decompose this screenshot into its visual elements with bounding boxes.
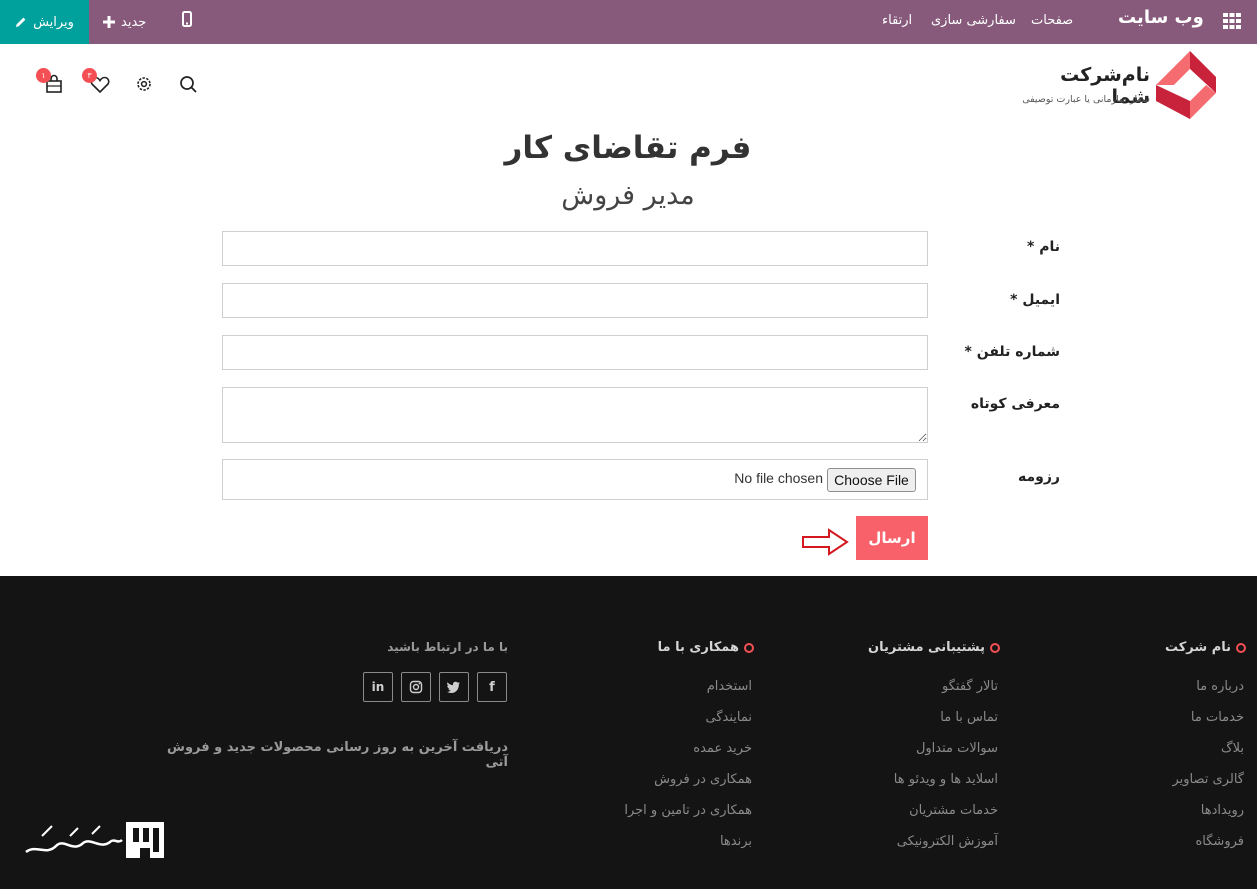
- facebook-icon[interactable]: f: [477, 672, 507, 702]
- company-slogan: شعار سازمانی یا عبارت توصیفی: [1022, 94, 1150, 105]
- footer-link[interactable]: خدمات مشتریان: [850, 803, 998, 818]
- edit-button-label: ویرایش: [33, 14, 74, 30]
- app-title: وب سایت: [1118, 7, 1204, 28]
- contact-heading: با ما در ارتباط باشید: [387, 640, 508, 654]
- pencil-icon: [16, 17, 26, 27]
- footer-link[interactable]: اسلاید ها و ویدئو ها: [850, 772, 998, 787]
- phone-field[interactable]: [222, 335, 928, 370]
- job-position-title: مدیر فروش: [561, 180, 695, 211]
- footer-link[interactable]: گالری تصاویر: [1130, 772, 1244, 787]
- new-button[interactable]: جدید: [103, 0, 146, 44]
- company-logo[interactable]: [1150, 45, 1222, 125]
- footer-link[interactable]: درباره ما: [1130, 679, 1244, 694]
- edit-button[interactable]: ویرایش: [0, 0, 89, 44]
- resume-file-input[interactable]: No file chosen Choose File: [222, 459, 928, 500]
- footer: نام شرکت درباره ما خدمات ما بلاگ گالری ت…: [0, 576, 1257, 889]
- newsletter-text: دریافت آخرین به روز رسانی محصولات جدید و…: [167, 740, 508, 770]
- admin-bar: ویرایش جدید ارتقاء سفارشی سازی صفحات وب …: [0, 0, 1257, 44]
- circle-bullet-icon: [990, 642, 1000, 653]
- circle-bullet-icon: [744, 642, 754, 653]
- footer-link[interactable]: خدمات ما: [1130, 710, 1244, 725]
- name-field[interactable]: [222, 231, 928, 266]
- footer-link[interactable]: تالار گفتگو: [850, 679, 998, 694]
- file-status: No file chosen: [734, 470, 823, 486]
- search-icon[interactable]: [176, 72, 200, 96]
- new-button-label: جدید: [121, 14, 147, 30]
- intro-label: معرفی کوتاه: [970, 396, 1060, 412]
- choose-file-button[interactable]: Choose File: [827, 468, 916, 492]
- footer-link[interactable]: آموزش الکترونیکی: [850, 834, 998, 849]
- footer-heading-partnership: همکاری با ما: [640, 640, 754, 655]
- footer-heading-support: پشتیبانی مشتریان: [860, 640, 1000, 655]
- site-watermark-logo: [25, 822, 164, 858]
- name-label: نام *: [1027, 239, 1060, 255]
- apps-grid-icon[interactable]: [1222, 12, 1242, 30]
- submit-button[interactable]: ارسال: [856, 516, 928, 560]
- footer-link[interactable]: استخدام: [600, 679, 752, 694]
- resume-label: رزومه: [1018, 469, 1060, 485]
- footer-link[interactable]: نمایندگی: [600, 710, 752, 725]
- phone-label: شماره تلفن *: [964, 344, 1060, 360]
- instagram-icon[interactable]: [401, 672, 431, 702]
- email-field[interactable]: [222, 283, 928, 318]
- cart-count-badge: ۱: [36, 68, 51, 83]
- footer-link[interactable]: سوالات متداول: [850, 741, 998, 756]
- footer-link[interactable]: رویدادها: [1130, 803, 1244, 818]
- mobile-preview-icon[interactable]: [178, 10, 196, 30]
- menu-customize[interactable]: سفارشی سازی: [931, 13, 1016, 28]
- footer-link[interactable]: فروشگاه: [1130, 834, 1244, 849]
- wishlist-count-badge: ۳: [82, 68, 97, 83]
- menu-pages[interactable]: صفحات: [1031, 13, 1073, 28]
- intro-textarea[interactable]: [222, 387, 928, 443]
- menu-upgrade[interactable]: ارتقاء: [882, 13, 912, 28]
- footer-link[interactable]: همکاری در تامین و اجرا: [600, 803, 752, 818]
- linkedin-icon[interactable]: in: [363, 672, 393, 702]
- page-title: فرم تقاضای کار: [504, 130, 752, 166]
- twitter-icon[interactable]: [439, 672, 469, 702]
- circle-bullet-icon: [1236, 642, 1246, 653]
- footer-link[interactable]: برندها: [600, 834, 752, 849]
- footer-link[interactable]: بلاگ: [1130, 741, 1244, 756]
- arrow-right-icon: [802, 528, 849, 556]
- email-label: ایمیل *: [1010, 292, 1060, 308]
- plus-icon: [103, 16, 115, 28]
- footer-heading-company: نام شرکت: [1150, 640, 1246, 655]
- footer-link[interactable]: خرید عمده: [600, 741, 752, 756]
- gear-icon[interactable]: [132, 72, 156, 96]
- footer-link[interactable]: همکاری در فروش: [600, 772, 752, 787]
- footer-link[interactable]: تماس با ما: [850, 710, 998, 725]
